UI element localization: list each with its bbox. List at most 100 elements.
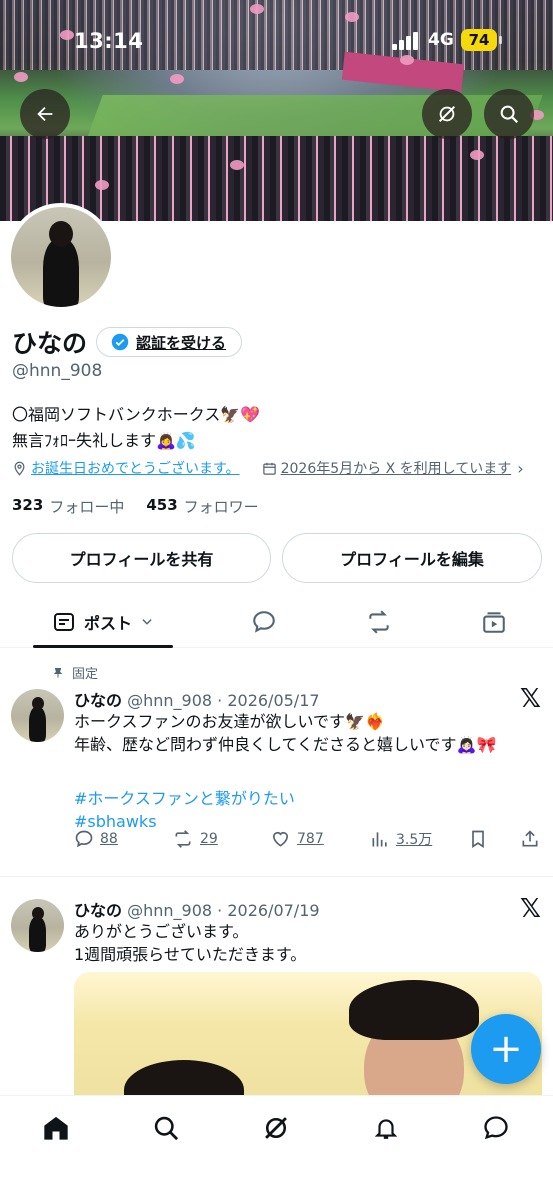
display-name: ひなの <box>12 329 88 358</box>
hashtag-link[interactable]: #ホークスファンと繋がりたい <box>74 787 496 810</box>
compose-button[interactable]: + <box>471 1014 541 1084</box>
profile-handle: @hnn_908 <box>12 361 103 381</box>
tab-reposts[interactable] <box>349 598 409 646</box>
bell-icon <box>374 1119 398 1139</box>
reply-icon <box>75 830 93 848</box>
repost-icon <box>175 830 191 848</box>
get-verified-button[interactable]: 認証を受ける <box>96 327 242 357</box>
pin-icon <box>53 667 63 677</box>
network-type: 4G <box>428 30 454 50</box>
search-button[interactable] <box>484 89 534 139</box>
battery-tip <box>499 36 502 44</box>
post-line: ホークスファンのお友達が欲しいです🦅❤️‍🔥 <box>74 712 385 731</box>
following-count[interactable]: 323 <box>12 496 43 517</box>
search-icon <box>500 105 519 124</box>
reply-count: 88 <box>100 831 118 847</box>
bio-line: 〇福岡ソフトバンクホークス🦅💖 <box>12 405 261 424</box>
post-handle-date: @hnn_908 · 2026/05/17 <box>127 691 320 710</box>
follow-stats: 323 フォロー中 453 フォロワー <box>12 496 275 517</box>
get-verified-label: 認証を受ける <box>136 333 227 352</box>
repost-count: 29 <box>200 831 218 847</box>
search-icon <box>154 1116 179 1141</box>
tab-posts-label: ポスト <box>83 614 132 633</box>
video-icon <box>483 612 505 633</box>
avatar-photo <box>11 207 111 307</box>
like-count: 787 <box>297 831 324 847</box>
post-actions: 88 29 787 3.5万 <box>74 829 544 855</box>
post-header: ひなの @hnn_908 · 2026/05/17 <box>74 687 320 711</box>
following-label[interactable]: フォロー中 <box>49 496 124 517</box>
active-tab-indicator <box>33 645 173 648</box>
grok-button[interactable] <box>422 89 472 139</box>
views-button[interactable]: 3.5万 <box>370 829 432 849</box>
status-bar: 13:14 4G 74 <box>0 0 553 80</box>
post-line: 年齢、歴など問わず仲良くしてくださると嬉しいです🙇🏻‍♀️🎀 <box>74 735 497 754</box>
nav-search[interactable] <box>138 1110 194 1146</box>
heart-icon <box>272 831 289 847</box>
tab-posts[interactable]: ポスト <box>33 598 173 646</box>
status-time: 13:14 <box>74 29 144 53</box>
calendar-icon <box>262 462 276 475</box>
post-author-name[interactable]: ひなの <box>74 691 122 710</box>
bookmark-button[interactable] <box>468 829 488 849</box>
profile-tabs: ポスト <box>0 598 553 648</box>
post-line: ありがとうございます。 <box>74 922 249 941</box>
tab-replies[interactable] <box>234 598 294 646</box>
edit-profile-button[interactable]: プロフィールを編集 <box>282 533 542 583</box>
share-button[interactable] <box>520 829 540 849</box>
back-button[interactable] <box>20 89 70 139</box>
post-author-name[interactable]: ひなの <box>74 901 122 920</box>
profile-meta: お誕生日おめでとうございます。 2026年5月から X を利用しています › <box>12 458 524 478</box>
nav-notifications[interactable] <box>358 1110 414 1146</box>
chevron-right-icon: › <box>517 458 524 478</box>
like-button[interactable]: 787 <box>270 829 324 849</box>
grok-icon <box>265 1117 287 1139</box>
joined-date[interactable]: 2026年5月から X を利用しています <box>281 458 512 478</box>
chat-bubble-icon <box>484 1116 508 1140</box>
post-avatar[interactable] <box>11 689 64 742</box>
person-hair <box>349 980 479 1040</box>
view-count: 3.5万 <box>396 832 433 848</box>
profile-avatar[interactable] <box>7 203 115 311</box>
pinned-text: 固定 <box>72 667 99 682</box>
grok-icon <box>438 105 456 123</box>
birthday-link[interactable]: お誕生日おめでとうございます。 <box>31 458 240 478</box>
share-icon <box>522 830 538 847</box>
battery-icon: 74 <box>461 29 497 51</box>
repost-button[interactable]: 29 <box>172 829 218 849</box>
post-line: 1週間頑張らせていただきます。 <box>74 945 307 964</box>
profile-bio: 〇福岡ソフトバンクホークス🦅💖 無言ﾌｫﾛｰ失礼します🙇‍♀️💦 <box>12 402 260 454</box>
balloon <box>470 150 484 160</box>
balloon <box>95 180 109 190</box>
bottom-navigation <box>0 1095 553 1200</box>
post-body: ありがとうございます。 1週間頑張らせていただきます。 <box>74 920 306 966</box>
nav-messages[interactable] <box>468 1110 524 1146</box>
signal-icon <box>392 32 420 50</box>
reply-bubble-icon <box>253 611 275 633</box>
avatar-photo <box>11 899 64 952</box>
post-handle-date: @hnn_908 · 2026/07/19 <box>127 901 320 920</box>
reply-button[interactable]: 88 <box>74 829 118 849</box>
chevron-down-icon <box>142 619 152 625</box>
location-pin-icon <box>14 461 25 476</box>
avatar-photo <box>11 689 64 742</box>
post-avatar[interactable] <box>11 899 64 952</box>
share-profile-button[interactable]: プロフィールを共有 <box>12 533 271 583</box>
post-divider <box>0 876 553 877</box>
tab-media[interactable] <box>464 598 524 646</box>
post-header: ひなの @hnn_908 · 2026/07/19 <box>74 897 320 921</box>
followers-label[interactable]: フォロワー <box>184 496 259 517</box>
nav-grok[interactable] <box>248 1110 304 1146</box>
repost-icon <box>369 610 389 634</box>
pinned-label: 固定 <box>52 663 98 682</box>
x-logo-icon: 𝕏 <box>520 684 541 714</box>
followers-count[interactable]: 453 <box>146 496 177 517</box>
post-body: ホークスファンのお友達が欲しいです🦅❤️‍🔥 年齢、歴など問わず仲良くしてくださ… <box>74 710 496 833</box>
home-icon <box>44 1116 68 1140</box>
nav-home[interactable] <box>28 1110 84 1146</box>
arrow-left-icon <box>37 106 53 122</box>
x-logo-icon: 𝕏 <box>520 894 541 924</box>
bio-line: 無言ﾌｫﾛｰ失礼します🙇‍♀️💦 <box>12 431 196 450</box>
post-list-icon <box>53 613 74 631</box>
analytics-icon <box>372 832 387 847</box>
